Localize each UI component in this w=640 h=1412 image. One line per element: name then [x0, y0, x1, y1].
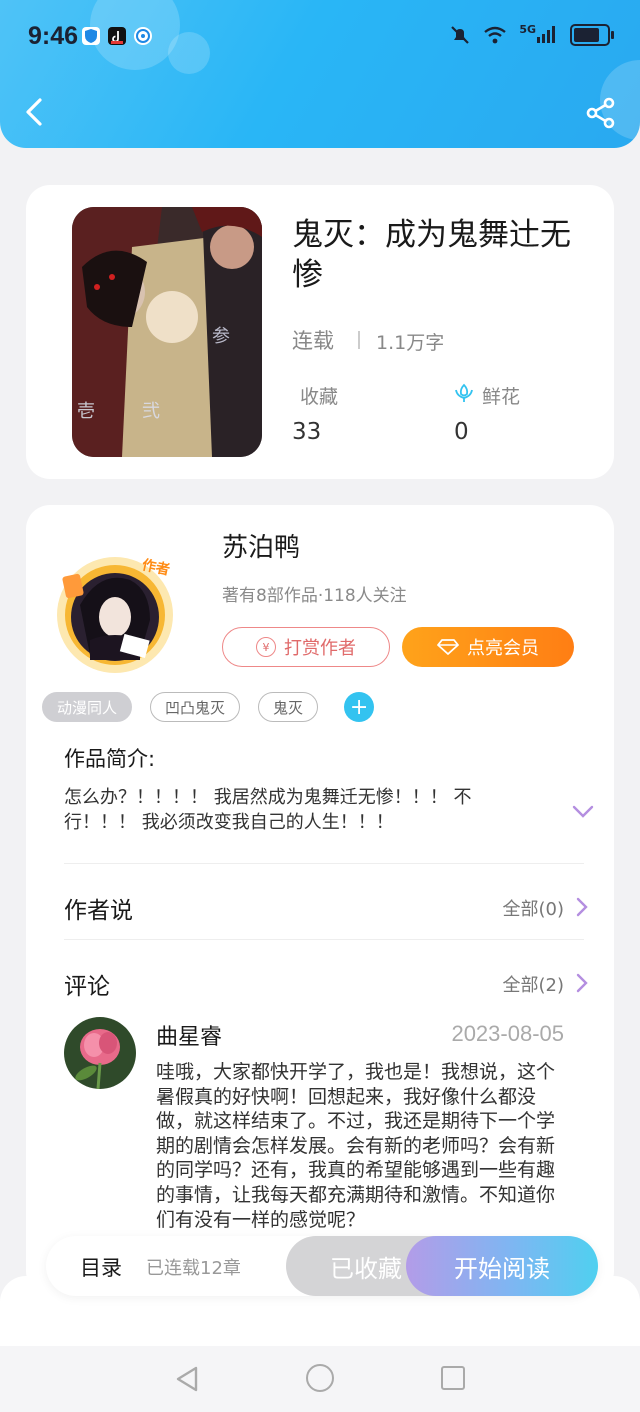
- yuan-coin-icon: ¥: [256, 637, 276, 657]
- flowers-label: 鲜花: [482, 386, 521, 408]
- author-says-more[interactable]: 全部(0): [503, 895, 565, 921]
- commenter-avatar[interactable]: [64, 1017, 136, 1089]
- author-says-title: 作者说: [64, 898, 133, 924]
- intro-title: 作品简介:: [64, 747, 156, 771]
- intro-text: 怎么办？！！！！ 我居然成为鬼舞迁无惨！！！ 不行！！！ 我必须改变我自己的人生…: [64, 787, 472, 833]
- back-button[interactable]: [18, 92, 54, 132]
- shield-app-icon: [82, 27, 100, 45]
- bell-muted-icon: [451, 26, 470, 44]
- author-detail-card: 作者 苏泊鸭 著有8部作品·118人关注 ¥ 打赏作者 点亮会员 动漫同人 凹凸…: [26, 505, 614, 1295]
- favorited-label: 已收藏: [330, 1254, 402, 1283]
- favorites-value: 33: [292, 419, 322, 445]
- book-cover-art: 参 弐 壱: [72, 207, 262, 457]
- favorites-label: 收藏: [300, 386, 339, 408]
- chapter-count: 已连载12章: [146, 1258, 241, 1279]
- book-status: 连载: [292, 329, 334, 353]
- divider: [64, 939, 584, 940]
- tip-author-button[interactable]: ¥ 打赏作者: [222, 627, 390, 667]
- flower-icon: [455, 383, 473, 402]
- commenter-avatar-art: [64, 1017, 136, 1089]
- tag-list: 动漫同人 凹凸鬼灭 鬼灭 +: [42, 692, 375, 722]
- signal-icon: [537, 26, 555, 43]
- chevron-left-icon: [26, 98, 42, 126]
- start-reading-button[interactable]: 开始阅读: [406, 1236, 598, 1296]
- tag-item[interactable]: 凹凸鬼灭: [150, 692, 241, 722]
- toc-button[interactable]: 目录: [80, 1252, 122, 1282]
- comment-text: 哇哦，大家都快开学了，我也是！我想说，这个暑假真的好快啊！回想起来，我好像什么都…: [156, 1061, 556, 1230]
- network-label: 5G: [519, 22, 536, 36]
- header: 9:46 5G: [0, 0, 640, 148]
- author-meta: 著有8部作品·118人关注: [222, 586, 407, 606]
- nav-recent-icon[interactable]: [441, 1366, 465, 1390]
- chevron-down-icon[interactable]: [572, 805, 594, 819]
- status-time: 9:46: [28, 22, 79, 50]
- book-title: 鬼灭：成为鬼舞辻无惨: [292, 217, 571, 293]
- comments-title: 评论: [64, 974, 110, 1000]
- tip-author-label: 打赏作者: [284, 638, 356, 659]
- svg-text:参: 参: [212, 326, 230, 347]
- start-reading-label: 开始阅读: [454, 1254, 550, 1283]
- vip-label: 点亮会员: [467, 638, 539, 659]
- author-name[interactable]: 苏泊鸭: [222, 527, 300, 564]
- system-nav-bar: [0, 1346, 640, 1412]
- tiktok-app-icon: [108, 27, 126, 45]
- battery-icon: [570, 24, 614, 46]
- author-avatar[interactable]: 作者: [50, 545, 180, 675]
- tag-item[interactable]: 动漫同人: [42, 692, 133, 722]
- vip-button[interactable]: 点亮会员: [402, 627, 574, 667]
- wifi-icon: [484, 26, 507, 44]
- share-icon: [586, 97, 615, 129]
- comment-date: 2023-08-05: [451, 1021, 564, 1046]
- divider: [358, 331, 360, 349]
- word-count: 1.1万字: [376, 332, 445, 354]
- nav-home-icon[interactable]: [306, 1364, 334, 1392]
- comments-more[interactable]: 全部(2): [503, 971, 565, 997]
- nav-back-icon[interactable]: [174, 1365, 200, 1393]
- flowers-value: 0: [454, 419, 469, 445]
- status-bar: 9:46 5G: [0, 0, 640, 74]
- add-tag-button[interactable]: +: [344, 692, 375, 722]
- book-cover[interactable]: 参 弐 壱: [72, 207, 262, 457]
- commenter-name: 曲星睿: [156, 1025, 223, 1050]
- divider: [64, 863, 584, 864]
- svg-text:弐: 弐: [142, 401, 160, 422]
- chevron-right-icon[interactable]: [576, 973, 588, 993]
- plus-icon: +: [349, 694, 369, 720]
- svg-text:壱: 壱: [77, 401, 95, 422]
- diamond-icon: [437, 639, 459, 655]
- tag-item[interactable]: 鬼灭: [258, 692, 319, 722]
- status-icons: 5G: [449, 22, 614, 46]
- chevron-right-icon[interactable]: [576, 897, 588, 917]
- browser-app-icon: [134, 27, 152, 45]
- book-info-card: 参 弐 壱 鬼灭：成为鬼舞辻无惨 连载 1.1万字 收藏 33 鲜花 0: [26, 185, 614, 479]
- bottom-action-bar: 目录 已连载12章 已收藏 开始阅读: [46, 1236, 598, 1296]
- share-button[interactable]: [584, 96, 618, 130]
